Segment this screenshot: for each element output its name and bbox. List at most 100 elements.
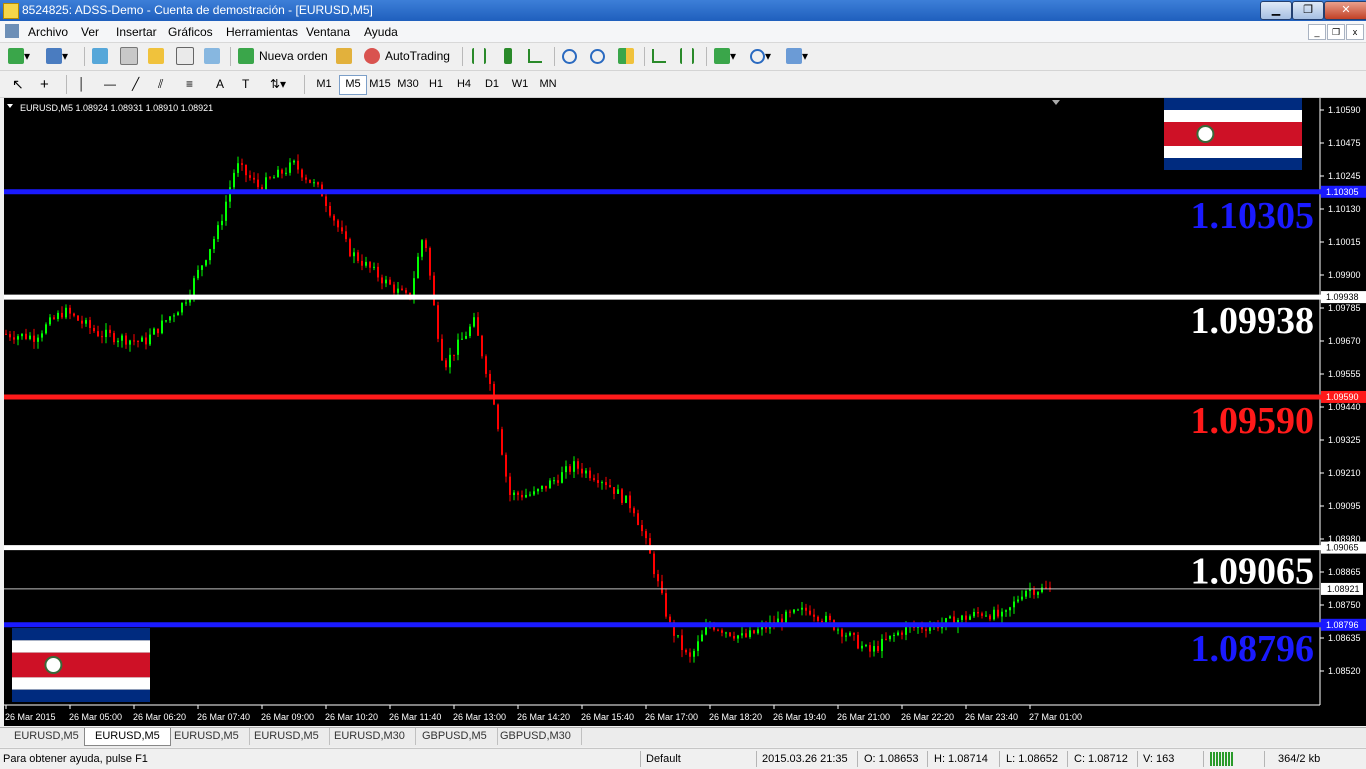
- menu-ventana[interactable]: Ventana: [306, 25, 350, 39]
- flag-bottom-left-band: [12, 640, 150, 653]
- menu-herramientas[interactable]: Herramientas: [226, 25, 298, 39]
- market-watch-button[interactable]: [92, 47, 108, 65]
- data-window-button[interactable]: [120, 47, 138, 65]
- minimize-button[interactable]: ▁: [1260, 1, 1292, 20]
- zoom-out-button[interactable]: [590, 47, 605, 65]
- tf-m30[interactable]: M30: [395, 75, 421, 93]
- chart-tab[interactable]: EURUSD,M5: [164, 728, 250, 745]
- menu-ver[interactable]: Ver: [81, 25, 99, 39]
- candle-body: [849, 632, 851, 636]
- candle-body: [685, 650, 687, 653]
- chart-tab[interactable]: GBPUSD,M30: [490, 728, 582, 745]
- time-label: 26 Mar 21:00: [837, 712, 890, 722]
- terminal-button[interactable]: [176, 47, 194, 65]
- candle-body: [657, 574, 659, 582]
- arrows-icon: ⇅▾: [270, 77, 287, 91]
- line-chart-button[interactable]: [528, 47, 542, 65]
- tf-mn[interactable]: MN: [535, 75, 561, 93]
- fibonacci-button[interactable]: ≡: [186, 75, 193, 93]
- tf-m1[interactable]: M1: [311, 75, 337, 93]
- autotrading-button[interactable]: AutoTrading: [364, 47, 450, 65]
- candle-body: [605, 482, 607, 486]
- chart-tab[interactable]: EURUSD,M5: [244, 728, 330, 745]
- tile-windows-button[interactable]: [618, 47, 634, 65]
- tf-h4[interactable]: H4: [451, 75, 477, 93]
- chart-shift-button[interactable]: [652, 47, 666, 65]
- strategy-tester-button[interactable]: [204, 47, 220, 65]
- price-chart[interactable]: EURUSD,M5 1.08924 1.08931 1.08910 1.0892…: [4, 98, 1366, 726]
- candle-body: [93, 327, 95, 332]
- templates-button[interactable]: ▾: [786, 47, 808, 65]
- horizontal-line-button[interactable]: —: [104, 75, 116, 93]
- chart-menu-triangle-icon[interactable]: [7, 104, 13, 108]
- restore-button[interactable]: ❐: [1292, 1, 1324, 20]
- candle-body: [193, 278, 195, 296]
- candle-body: [517, 492, 519, 495]
- menu-ayuda[interactable]: Ayuda: [364, 25, 398, 39]
- chart-tab[interactable]: GBPUSD,M5: [412, 728, 498, 745]
- candle-body: [949, 616, 951, 619]
- candle-body: [601, 482, 603, 484]
- tf-h1[interactable]: H1: [423, 75, 449, 93]
- candle-body: [865, 645, 867, 647]
- candlestick-button[interactable]: [500, 47, 512, 65]
- candle-body: [561, 472, 563, 483]
- arrows-button[interactable]: ⇅▾: [270, 75, 286, 93]
- tf-m5[interactable]: M5: [339, 75, 367, 95]
- menu-insertar[interactable]: Insertar: [116, 25, 157, 39]
- candle-body: [353, 252, 355, 257]
- trendline-button[interactable]: ╱: [132, 75, 139, 93]
- text-label-button[interactable]: T: [242, 75, 249, 93]
- periods-button[interactable]: ▾: [750, 47, 771, 65]
- tf-m15[interactable]: M15: [367, 75, 393, 93]
- price-label: 1.10130: [1328, 204, 1361, 214]
- candle-body: [581, 468, 583, 474]
- price-label: 1.08865: [1328, 567, 1361, 577]
- bar-chart-button[interactable]: [472, 47, 486, 65]
- new-order-label: Nueva orden: [259, 49, 328, 63]
- new-order-button[interactable]: Nueva orden: [238, 47, 328, 65]
- navigator-button[interactable]: [148, 47, 164, 65]
- candle-body: [841, 629, 843, 637]
- cursor-arrow-icon: ↖: [12, 75, 24, 92]
- meta-editor-button[interactable]: [336, 47, 352, 65]
- crosshair-target-icon: [120, 47, 138, 65]
- child-minimize-button[interactable]: _: [1308, 24, 1326, 40]
- auto-scroll-button[interactable]: [680, 47, 694, 65]
- menu-archivo[interactable]: Archivo: [28, 25, 68, 39]
- tf-d1[interactable]: D1: [479, 75, 505, 93]
- text-button[interactable]: A: [216, 75, 224, 93]
- chart-tab[interactable]: EURUSD,M30: [324, 728, 416, 745]
- child-restore-button[interactable]: ❐: [1327, 24, 1345, 40]
- candle-body: [737, 635, 739, 639]
- time-label: 26 Mar 06:20: [133, 712, 186, 722]
- candle-body: [661, 581, 663, 594]
- cursor-button[interactable]: ↖: [12, 75, 24, 93]
- profiles-button[interactable]: ▾: [46, 47, 68, 65]
- flag-top-right-band: [1164, 122, 1302, 146]
- chart-window[interactable]: EURUSD,M5 1.08924 1.08931 1.08910 1.0892…: [4, 98, 1366, 726]
- new-chart-button[interactable]: ▾: [8, 47, 30, 65]
- candle-body: [1021, 596, 1023, 600]
- chart-tab[interactable]: EURUSD,M5: [4, 728, 90, 745]
- price-label: 1.10475: [1328, 138, 1361, 148]
- child-close-button[interactable]: x: [1346, 24, 1364, 40]
- candle-body: [873, 646, 875, 652]
- chart-tab[interactable]: EURUSD,M5: [84, 728, 171, 746]
- candle-body: [485, 356, 487, 374]
- indicators-button[interactable]: ▾: [714, 47, 736, 65]
- channel-button[interactable]: ⫽: [158, 75, 163, 93]
- flag-top-right-emblem-icon: [1196, 125, 1215, 143]
- close-button[interactable]: ✕: [1324, 1, 1366, 20]
- zoom-in-button[interactable]: [562, 47, 577, 65]
- candle-body: [521, 494, 523, 498]
- tf-w1[interactable]: W1: [507, 75, 533, 93]
- candle-body: [609, 485, 611, 488]
- candle-body: [113, 333, 115, 343]
- menu-graficos[interactable]: Gráficos: [168, 25, 213, 39]
- crosshair-button[interactable]: +: [40, 75, 49, 93]
- vertical-line-button[interactable]: │: [78, 75, 86, 93]
- market-watch-icon: [92, 48, 108, 64]
- status-open: O: 1.08653: [864, 753, 919, 765]
- candle-body: [1045, 587, 1047, 589]
